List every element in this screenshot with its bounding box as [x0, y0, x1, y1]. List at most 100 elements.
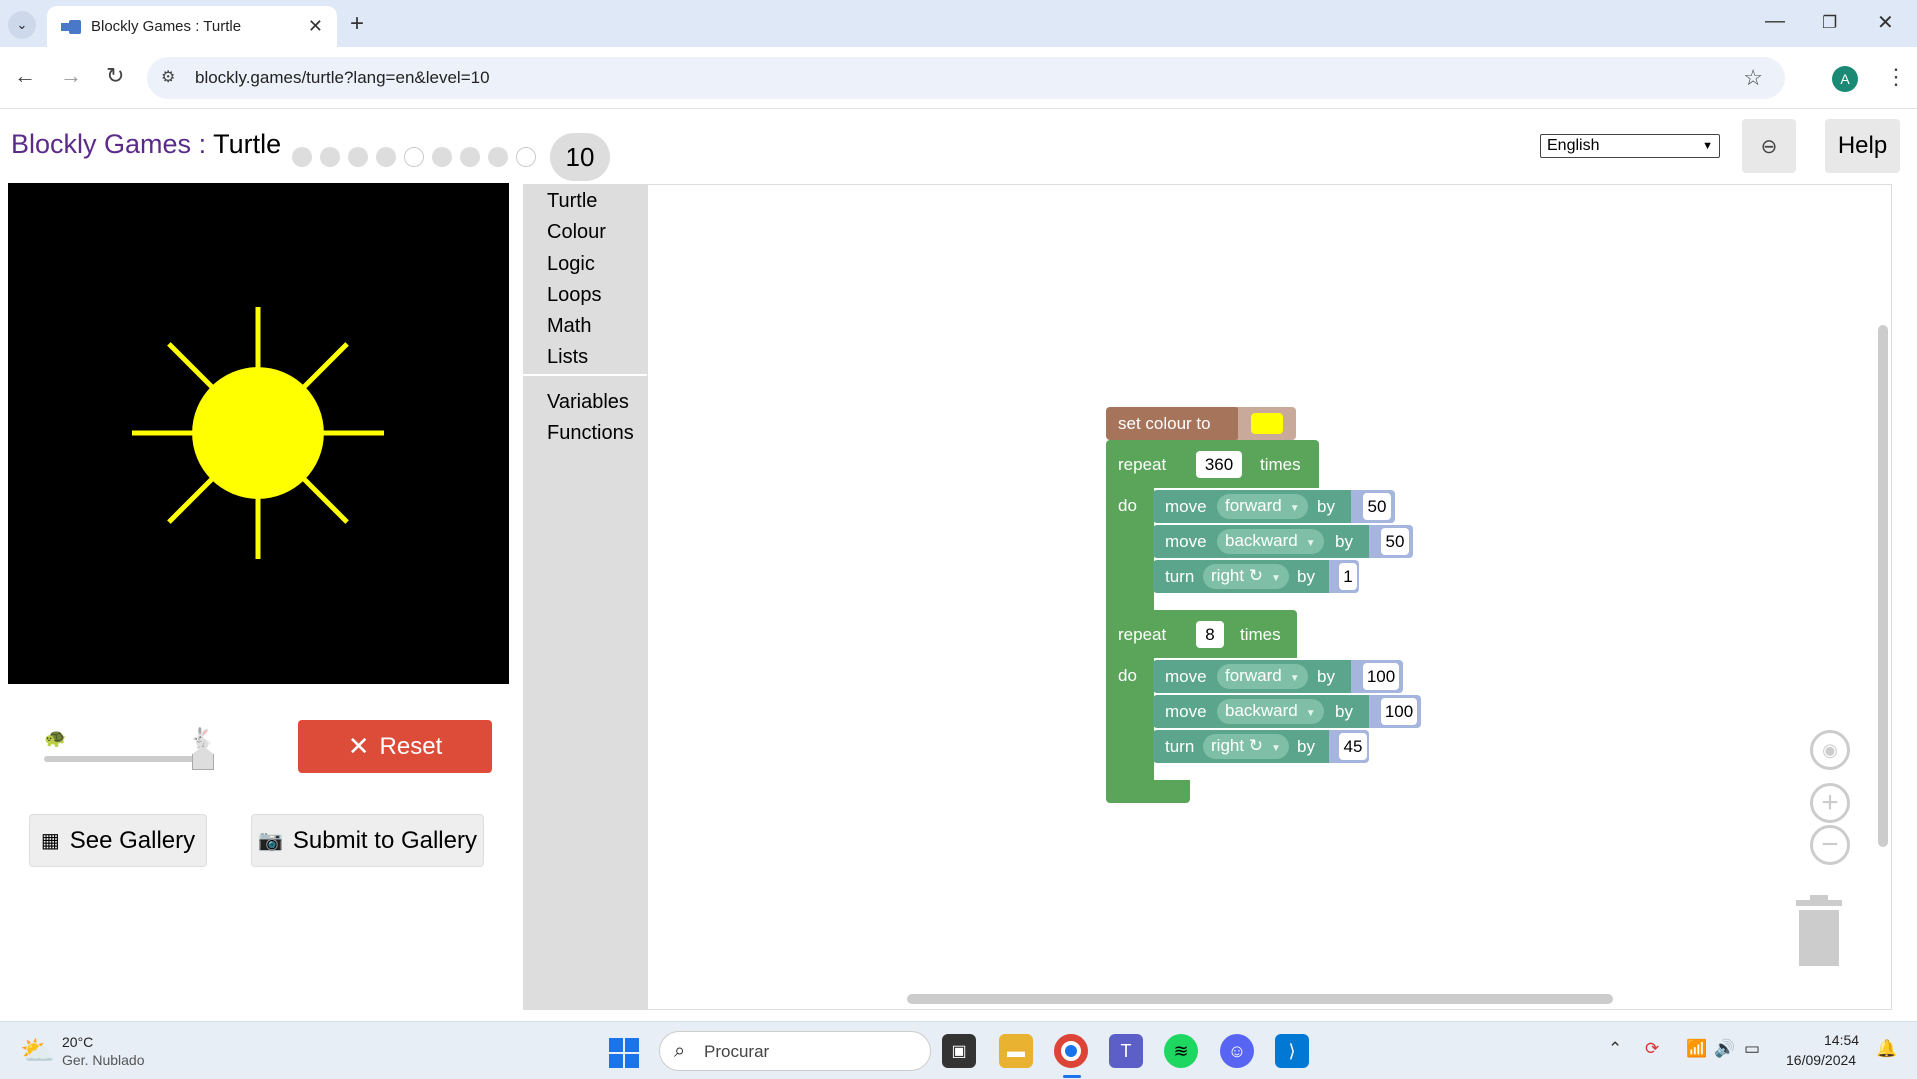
distance-field[interactable]: 100 — [1363, 663, 1399, 690]
close-window-button[interactable]: ✕ — [1877, 10, 1894, 35]
toolbox-category-logic[interactable]: Logic — [547, 253, 595, 276]
toolbox-category-lists[interactable]: Lists — [547, 346, 588, 369]
level-dot-5[interactable] — [404, 147, 424, 167]
angle-field[interactable]: 1 — [1339, 563, 1357, 590]
brand-link[interactable]: Blockly Games — [11, 129, 191, 159]
back-arrow-icon[interactable]: ← — [14, 63, 36, 89]
windows-start-icon[interactable] — [609, 1038, 639, 1068]
toolbox-category-functions[interactable]: Functions — [547, 422, 634, 445]
level-dot-4[interactable] — [376, 147, 396, 167]
trash-icon[interactable] — [1796, 895, 1842, 966]
horizontal-scrollbar[interactable] — [907, 994, 1613, 1004]
minimize-button[interactable]: — — [1765, 10, 1785, 33]
toolbox-category-colour[interactable]: Colour — [547, 221, 606, 244]
spotify-icon[interactable]: ≋ — [1164, 1034, 1198, 1068]
file-explorer-icon[interactable]: ▬ — [999, 1034, 1033, 1068]
tab-search-button[interactable]: ⌄ — [8, 11, 36, 39]
level-dot-6[interactable] — [432, 147, 452, 167]
browser-tab-active[interactable]: Blockly Games : Turtle ✕ — [47, 6, 337, 47]
by-label: by — [1317, 497, 1335, 516]
clock-time[interactable]: 14:54 — [1824, 1032, 1859, 1048]
level-dot-2[interactable] — [320, 147, 340, 167]
new-tab-button[interactable]: + — [350, 10, 364, 38]
profile-avatar[interactable]: A — [1832, 66, 1858, 92]
turn-block[interactable]: turn right ↻ ▼ by 45 — [1153, 730, 1369, 763]
battery-icon[interactable]: ▭ — [1744, 1039, 1760, 1059]
move-block[interactable]: move backward ▼ by 100 — [1153, 695, 1421, 728]
level-dot-9[interactable] — [516, 147, 536, 167]
repeat-count-field[interactable]: 360 — [1196, 451, 1242, 478]
chevron-up-icon[interactable]: ⌃ — [1608, 1039, 1622, 1059]
set-colour-block[interactable]: set colour to — [1106, 407, 1296, 440]
submit-gallery-button[interactable]: 📷 Submit to Gallery — [251, 814, 484, 867]
wifi-icon[interactable]: 📶 — [1686, 1039, 1707, 1059]
language-select[interactable]: English ▼ — [1540, 134, 1720, 158]
weather-temperature[interactable]: 20°C — [62, 1034, 93, 1050]
distance-field[interactable]: 100 — [1381, 698, 1417, 725]
level-dot-3[interactable] — [348, 147, 368, 167]
url-field[interactable]: ⚙ blockly.games/turtle?lang=en&level=10 … — [147, 57, 1785, 99]
site-settings-icon[interactable]: ⚙ — [161, 67, 175, 87]
volume-icon[interactable]: 🔊 — [1714, 1039, 1735, 1059]
distance-field[interactable]: 50 — [1363, 493, 1391, 520]
teams-icon[interactable]: T — [1109, 1034, 1143, 1068]
browser-menu-icon[interactable]: ⋮ — [1885, 64, 1907, 90]
link-icon: ⊖ — [1760, 135, 1778, 158]
zoom-out-icon[interactable]: − — [1810, 825, 1850, 865]
windows-taskbar: ⛅ 20°C Ger. Nublado ⌕ Procurar ▣ ▬ T ≋ ☺… — [0, 1021, 1917, 1079]
direction-dropdown[interactable]: forward ▼ — [1217, 664, 1308, 689]
bookmark-star-icon[interactable]: ☆ — [1743, 65, 1763, 91]
sync-icon[interactable]: ⟳ — [1645, 1039, 1659, 1059]
weather-cloud-icon[interactable]: ⛅ — [20, 1034, 55, 1067]
angle-field[interactable]: 45 — [1339, 733, 1367, 760]
reload-icon[interactable]: ↻ — [106, 63, 124, 89]
level-dot-7[interactable] — [460, 147, 480, 167]
toolbox-category-loops[interactable]: Loops — [547, 284, 602, 307]
notification-bell-icon[interactable]: 🔔 — [1876, 1039, 1897, 1059]
taskbar-search-input[interactable]: ⌕ Procurar — [659, 1031, 931, 1071]
recenter-icon[interactable]: ◉ — [1810, 730, 1850, 770]
discord-icon[interactable]: ☺ — [1220, 1034, 1254, 1068]
url-text[interactable]: blockly.games/turtle?lang=en&level=10 — [195, 68, 490, 88]
sun-drawing — [132, 307, 384, 559]
clock-date[interactable]: 16/09/2024 — [1786, 1052, 1856, 1068]
restore-button[interactable]: ❐ — [1822, 13, 1837, 33]
link-button[interactable]: ⊖ — [1742, 119, 1796, 173]
zoom-in-icon[interactable]: + — [1810, 783, 1850, 823]
colour-swatch[interactable] — [1251, 413, 1283, 434]
move-block[interactable]: move backward ▼ by 50 — [1153, 525, 1413, 558]
speed-track[interactable] — [44, 756, 204, 762]
turn-direction-value: right ↻ — [1211, 736, 1264, 755]
toolbox-divider — [523, 374, 647, 376]
toolbox-category-variables[interactable]: Variables — [547, 391, 629, 414]
forward-arrow-icon[interactable]: → — [60, 63, 82, 89]
level-dot-1[interactable] — [292, 147, 312, 167]
toolbox-category-turtle[interactable]: Turtle — [547, 190, 597, 213]
page-title: Blockly Games : Turtle — [11, 129, 281, 160]
level-dot-8[interactable] — [488, 147, 508, 167]
reset-button[interactable]: ✕ Reset — [298, 720, 492, 773]
blockly-workspace[interactable] — [647, 184, 1892, 1010]
direction-dropdown[interactable]: forward ▼ — [1217, 494, 1308, 519]
speed-slider[interactable]: 🐢 🐇 — [42, 728, 222, 770]
chrome-icon[interactable] — [1054, 1034, 1088, 1068]
dropdown-arrow-icon: ▼ — [1305, 708, 1316, 719]
direction-dropdown[interactable]: backward ▼ — [1217, 699, 1324, 724]
direction-dropdown[interactable]: backward ▼ — [1217, 529, 1324, 554]
vscode-icon[interactable]: ⟩ — [1275, 1034, 1309, 1068]
see-gallery-button[interactable]: ▦ See Gallery — [29, 814, 207, 867]
gallery-grid-icon: ▦ — [40, 830, 60, 852]
tab-close-icon[interactable]: ✕ — [308, 16, 323, 37]
weather-description[interactable]: Ger. Nublado — [62, 1052, 145, 1068]
turn-block[interactable]: turn right ↻ ▼ by 1 — [1153, 560, 1359, 593]
move-block[interactable]: move forward ▼ by 50 — [1153, 490, 1395, 523]
move-block[interactable]: move forward ▼ by 100 — [1153, 660, 1403, 693]
turn-direction-dropdown[interactable]: right ↻ ▼ — [1203, 564, 1289, 589]
turn-direction-dropdown[interactable]: right ↻ ▼ — [1203, 734, 1289, 759]
repeat-count-field[interactable]: 8 — [1196, 621, 1224, 648]
task-view-icon[interactable]: ▣ — [942, 1034, 976, 1068]
help-button[interactable]: Help — [1825, 119, 1900, 173]
toolbox-category-math[interactable]: Math — [547, 315, 591, 338]
distance-field[interactable]: 50 — [1381, 528, 1409, 555]
vertical-scrollbar[interactable] — [1878, 325, 1888, 847]
